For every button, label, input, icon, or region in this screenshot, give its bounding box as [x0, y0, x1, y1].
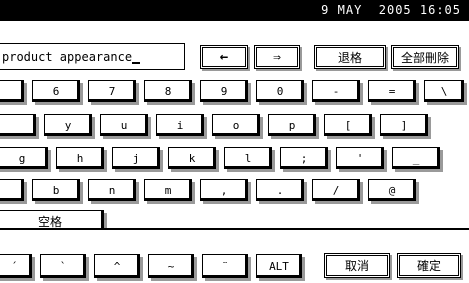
key-semicolon[interactable]: ;: [280, 147, 328, 169]
key-minus[interactable]: -: [312, 80, 360, 102]
confirm-button[interactable]: 確定: [397, 253, 461, 278]
key-b[interactable]: b: [32, 179, 80, 201]
key-7[interactable]: 7: [88, 80, 136, 102]
key-o[interactable]: o: [212, 114, 260, 136]
backspace-button[interactable]: 退格: [314, 45, 386, 69]
space-label: 空格: [37, 214, 62, 229]
key-umlaut[interactable]: ¨: [202, 254, 248, 278]
key-comma[interactable]: ,: [200, 179, 248, 201]
cursor-right-button[interactable]: ⇒: [254, 45, 300, 69]
arrow-left-icon: ←: [219, 49, 229, 65]
key-h[interactable]: h: [56, 147, 104, 169]
key-l[interactable]: l: [224, 147, 272, 169]
key-j[interactable]: j: [112, 147, 160, 169]
key-tilde[interactable]: ~: [148, 254, 194, 278]
key-slash[interactable]: /: [312, 179, 360, 201]
key-6[interactable]: 6: [32, 80, 80, 102]
key-backslash[interactable]: \: [424, 80, 464, 102]
key-y[interactable]: y: [44, 114, 92, 136]
key-equals[interactable]: =: [368, 80, 416, 102]
key-i[interactable]: i: [156, 114, 204, 136]
key-acute[interactable]: ´: [0, 254, 32, 278]
key-m[interactable]: m: [144, 179, 192, 201]
clear-all-label: 全部刪除: [400, 50, 449, 65]
key-k[interactable]: k: [168, 147, 216, 169]
key-grave[interactable]: `: [40, 254, 86, 278]
key-partial-r4[interactable]: [0, 179, 24, 201]
key-n[interactable]: n: [88, 179, 136, 201]
key-apostrophe[interactable]: ': [336, 147, 384, 169]
key-partial-r2[interactable]: [0, 114, 36, 136]
key-u[interactable]: u: [100, 114, 148, 136]
alt-key[interactable]: ALT: [256, 254, 302, 278]
cursor-left-button[interactable]: ←: [200, 45, 248, 69]
key-right-bracket[interactable]: ]: [380, 114, 428, 136]
key-underscore[interactable]: _: [392, 147, 440, 169]
key-circumflex[interactable]: ^: [94, 254, 140, 278]
key-0[interactable]: 0: [256, 80, 304, 102]
key-9[interactable]: 9: [200, 80, 248, 102]
key-8[interactable]: 8: [144, 80, 192, 102]
key-partial-r1[interactable]: [0, 80, 24, 102]
status-datetime: 9 MAY 2005 16:05: [321, 3, 461, 17]
soft-keyboard-screen: 9 MAY 2005 16:05 product appearance ← ⇒ …: [0, 0, 469, 283]
clear-all-button[interactable]: 全部刪除: [391, 45, 459, 69]
key-at[interactable]: @: [368, 179, 416, 201]
key-g[interactable]: g: [0, 147, 48, 169]
text-input-field[interactable]: product appearance: [0, 43, 185, 70]
backspace-label: 退格: [337, 50, 362, 65]
key-left-bracket[interactable]: [: [324, 114, 372, 136]
key-p[interactable]: p: [268, 114, 316, 136]
text-cursor: [132, 50, 141, 64]
cancel-button[interactable]: 取消: [324, 253, 390, 278]
input-value: product appearance: [2, 50, 141, 64]
status-bar: 9 MAY 2005 16:05: [0, 0, 469, 21]
key-period[interactable]: .: [256, 179, 304, 201]
arrow-right-icon: ⇒: [273, 49, 281, 65]
